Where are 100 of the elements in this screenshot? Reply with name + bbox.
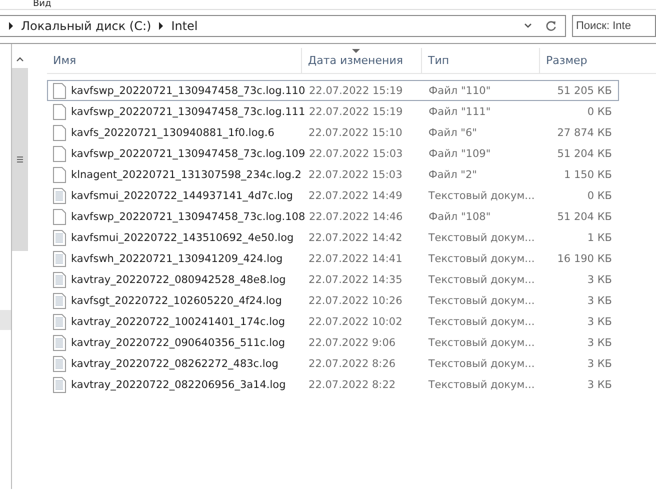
file-row[interactable]: kavtray_20220722_100241401_174c.log 22.07.2022 10:02 Текстовый докум... 3 КБ [47,311,619,332]
file-row[interactable]: kavtray_20220722_080942528_48e8.log 22.07.2022 14:35 Текстовый докум... 3 КБ [47,269,619,290]
type-cell-text: Файл "110" [428,84,492,96]
file-name: kavtray_20220722_080942528_48e8.log [71,274,286,286]
file-name: kavfs_20220721_130940881_1f0.log.6 [71,126,274,138]
caret-up-icon [16,56,24,62]
file-row[interactable]: kavfswp_20220721_130947458_73c.log.109 22.07.2022 15:03 Файл "109" 51 204 КБ [47,143,619,164]
file-row[interactable]: kavtray_20220722_090640356_511c.log 22.07.2022 9:06 Текстовый докум... 3 КБ [47,332,619,353]
date-cell-text: 22.07.2022 15:03 [308,148,404,160]
file-name: kavfsmui_20220722_144937141_4d7c.log [71,190,293,202]
date-cell-text: 22.07.2022 14:35 [308,274,404,286]
column-header[interactable]: Тип [422,48,540,73]
type-cell-text: Текстовый докум... [427,190,536,202]
scroll-thumb[interactable] [12,68,28,251]
date-cell-text: 22.07.2022 14:41 [308,252,404,264]
breadcrumb-item[interactable]: Локальный диск (C:) [21,19,152,33]
file-row[interactable]: kavtray_20220722_08262272_483c.log 22.07.2022 8:26 Текстовый докум... 3 КБ [47,353,619,374]
type-cell-text: Текстовый докум... [427,274,536,286]
chevron-icon[interactable] [8,22,14,30]
file-name: klnagent_20220721_131307598_234c.log.2 [71,168,302,180]
size-cell-text: 0 КБ [586,190,613,202]
type-cell-text: Текстовый докум... [427,336,536,348]
text-document-icon [53,230,66,246]
size-cell-text: 51 205 КБ [556,84,613,96]
date-cell-text: 22.07.2022 10:02 [308,316,404,328]
file-icon [53,146,66,162]
file-name: kavfswp_20220721_130947458_73c.log.110 [71,84,306,96]
type-cell-text: Файл "111" [428,106,492,118]
size-cell-text: 3 КБ [586,274,613,286]
size-cell-text: 16 190 КБ [556,252,613,264]
type-cell-text: Файл "109" [428,148,492,160]
sort-icon [352,49,360,53]
address-bar[interactable]: Локальный диск (C:) Intel [0,15,566,37]
size-cell-text: 51 204 КБ [556,148,613,160]
file-name: kavfswp_20220721_130947458_73c.log.111 [71,106,306,118]
dropdown-icon[interactable] [524,23,532,29]
file-row[interactable]: kavfsmui_20220722_143510692_4e50.log 22.07.2022 14:42 Текстовый докум... 1 КБ [47,227,619,248]
file-row[interactable]: kavfsgt_20220722_102605220_4f24.log 22.07.2022 10:26 Текстовый докум... 3 КБ [47,290,619,311]
text-document-icon [53,376,66,392]
type-cell-text: Текстовый докум... [427,378,536,390]
type-cell-text: Файл "2" [427,168,478,180]
date-cell-text: 22.07.2022 15:19 [308,106,404,118]
date-cell-text: 22.07.2022 8:22 [308,378,397,390]
file-row[interactable]: kavfsmui_20220722_144937141_4d7c.log 22.07.2022 14:49 Текстовый докум... 0 КБ [47,185,619,206]
date-cell-text: 22.07.2022 14:49 [308,190,404,202]
type-cell-text: Текстовый докум... [427,294,536,306]
file-icon [53,166,66,182]
file-row[interactable]: kavfswh_20220721_130941209_424.log 22.07.2022 14:41 Текстовый докум... 16 190 КБ [47,248,619,269]
file-name: kavfswp_20220721_130947458_73c.log.108 [71,210,306,222]
text-document-icon [53,250,66,266]
column-header[interactable]: Дата изменения [302,48,422,73]
file-name: kavfsmui_20220722_143510692_4e50.log [71,232,294,244]
date-cell-text: 22.07.2022 15:10 [308,126,404,138]
file-name: kavfswp_20220721_130947458_73c.log.109 [71,148,306,160]
file-row[interactable]: kavfswp_20220721_130947458_73c.log.110 22.07.2022 15:19 Файл "110" 51 205 КБ [47,80,619,101]
size-cell-text: 0 КБ [586,106,613,118]
grip-icon [17,156,23,163]
size-cell-text: 27 874 КБ [556,126,613,138]
size-cell-text: 1 150 КБ [562,168,613,180]
file-row[interactable]: kavfswp_20220721_130947458_73c.log.111 22.07.2022 15:19 Файл "111" 0 КБ [47,101,619,122]
type-cell-text: Текстовый докум... [427,316,536,328]
type-cell-text: Текстовый докум... [427,232,536,244]
file-row[interactable]: kavfs_20220721_130940881_1f0.log.6 22.07.2022 15:10 Файл "6" 27 874 КБ [47,122,619,143]
search-field[interactable]: Поиск: Inte [572,15,656,37]
text-document-icon [53,356,66,372]
file-name: kavtray_20220722_090640356_511c.log [71,336,286,348]
file-name: kavtray_20220722_082206956_3a14.log [71,378,286,390]
size-cell-text: 3 КБ [586,358,613,370]
size-cell-text: 3 КБ [586,336,613,348]
text-document-icon [53,314,66,330]
date-cell-text: 22.07.2022 9:06 [308,336,397,348]
file-row[interactable]: kavtray_20220722_082206956_3a14.log 22.07.2022 8:22 Текстовый докум... 3 КБ [47,374,619,395]
text-document-icon [53,334,66,350]
column-header[interactable]: Размер [540,48,618,73]
type-cell-text: Файл "108" [428,210,492,222]
date-cell-text: 22.07.2022 14:42 [308,232,404,244]
date-cell-text: 22.07.2022 10:26 [308,294,404,306]
file-name: kavfswh_20220721_130941209_424.log [71,252,283,264]
file-row[interactable]: klnagent_20220721_131307598_234c.log.2 22.07.2022 15:03 Файл "2" 1 150 КБ [47,164,619,185]
date-cell-text: 22.07.2022 14:46 [308,210,404,222]
date-cell-text: 22.07.2022 8:26 [308,358,397,370]
file-row[interactable]: kavfswp_20220721_130947458_73c.log.108 22.07.2022 14:46 Файл "108" 51 204 КБ [47,206,619,227]
type-cell-text: Текстовый докум... [427,358,536,370]
refresh-icon[interactable] [545,20,557,32]
text-document-icon [53,272,66,288]
text-document-icon [53,188,66,204]
chevron-icon[interactable] [158,22,164,30]
column-header[interactable]: Имя [47,48,302,73]
size-cell-text: 3 КБ [586,316,613,328]
size-cell-text: 3 КБ [586,294,613,306]
size-cell-text: 51 204 КБ [556,210,613,222]
type-cell-text: Текстовый докум... [427,252,536,264]
date-cell-text: 22.07.2022 15:03 [308,168,404,180]
size-cell-text: 3 КБ [586,378,613,390]
type-cell-text: Файл "6" [427,126,478,138]
text-document-icon [53,292,66,308]
file-icon [53,104,66,120]
file-name: kavtray_20220722_08262272_483c.log [71,358,278,370]
breadcrumb-item[interactable]: Intel [171,19,198,33]
date-cell-text: 22.07.2022 15:19 [308,84,404,96]
